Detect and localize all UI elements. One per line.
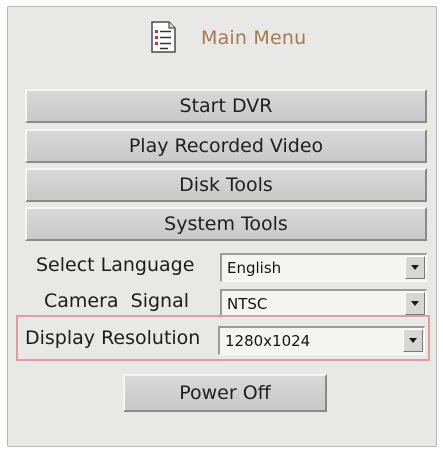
- language-row: Select Language English: [18, 250, 430, 286]
- chevron-down-icon[interactable]: [405, 292, 425, 315]
- page-title: Main Menu: [201, 27, 307, 49]
- start-dvr-button[interactable]: Start DVR: [25, 89, 427, 123]
- disk-tools-button[interactable]: Disk Tools: [25, 168, 427, 202]
- menu-header: Main Menu: [8, 17, 436, 57]
- display-resolution-select[interactable]: 1280x1024: [218, 326, 425, 355]
- display-resolution-row: Display Resolution 1280x1024: [16, 315, 430, 361]
- system-tools-button[interactable]: System Tools: [25, 207, 427, 241]
- language-select[interactable]: English: [220, 253, 427, 282]
- display-resolution-value: 1280x1024: [225, 332, 311, 350]
- camera-signal-value: NTSC: [227, 295, 268, 313]
- main-menu-panel: Main Menu Start DVR Play Recorded Video …: [7, 6, 437, 447]
- chevron-down-icon[interactable]: [403, 329, 423, 352]
- camera-signal-label: Camera Signal: [44, 290, 190, 312]
- camera-signal-select[interactable]: NTSC: [220, 289, 427, 318]
- language-label: Select Language: [36, 254, 195, 276]
- power-off-button[interactable]: Power Off: [123, 374, 327, 412]
- language-value: English: [227, 259, 282, 277]
- play-recorded-video-button[interactable]: Play Recorded Video: [25, 129, 427, 163]
- document-list-icon: [148, 20, 178, 54]
- display-resolution-label: Display Resolution: [25, 327, 201, 349]
- chevron-down-icon[interactable]: [405, 256, 425, 279]
